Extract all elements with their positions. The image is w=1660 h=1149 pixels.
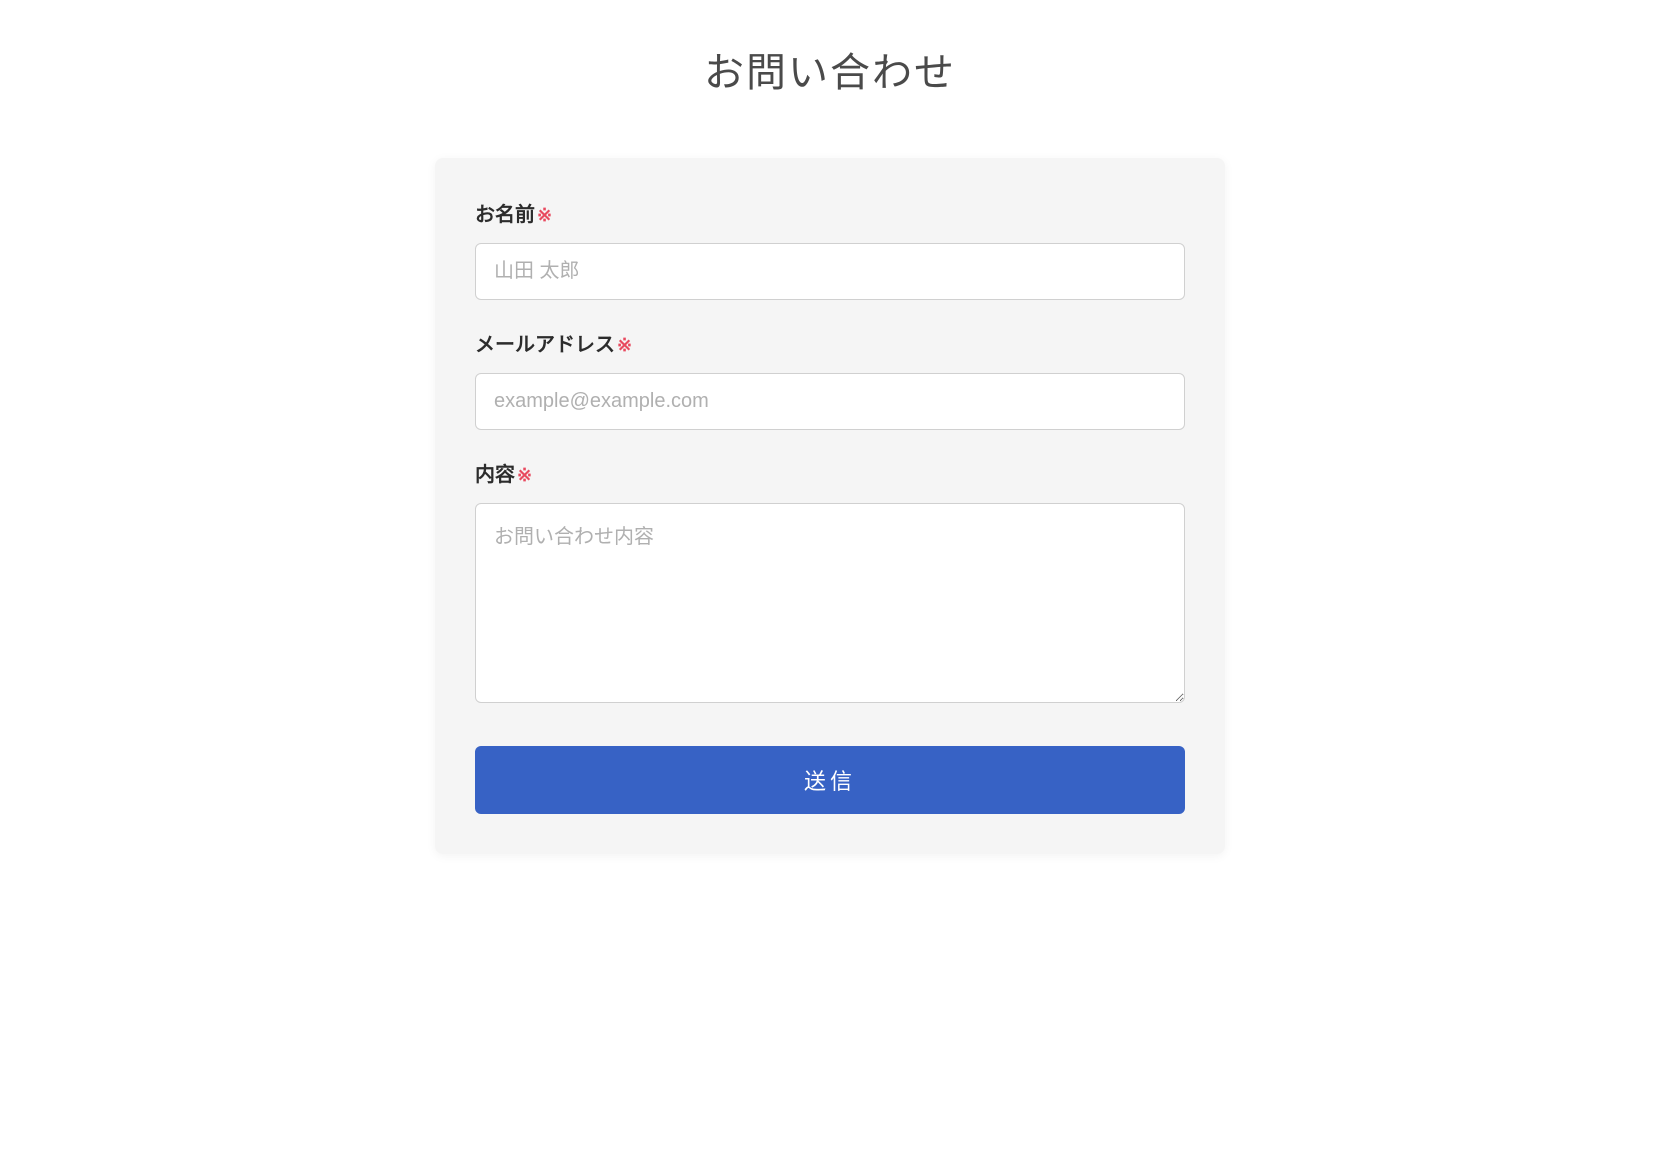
name-input[interactable] xyxy=(475,243,1185,300)
name-field-group: お名前※ xyxy=(475,198,1185,300)
submit-button[interactable]: 送信 xyxy=(475,746,1185,814)
message-field-group: 内容※ xyxy=(475,458,1185,708)
contact-form-card: お名前※ メールアドレス※ 内容※ 送信 xyxy=(435,158,1225,854)
email-label: メールアドレス※ xyxy=(475,328,1185,357)
name-label-text: お名前 xyxy=(475,204,535,226)
required-mark-icon: ※ xyxy=(517,465,532,485)
email-input[interactable] xyxy=(475,373,1185,430)
page-title: お問い合わせ xyxy=(435,40,1225,98)
message-textarea[interactable] xyxy=(475,503,1185,703)
email-field-group: メールアドレス※ xyxy=(475,328,1185,430)
required-mark-icon: ※ xyxy=(537,205,552,225)
message-label: 内容※ xyxy=(475,458,1185,487)
email-label-text: メールアドレス xyxy=(475,334,615,356)
message-label-text: 内容 xyxy=(475,464,515,486)
required-mark-icon: ※ xyxy=(617,335,632,355)
name-label: お名前※ xyxy=(475,198,1185,227)
